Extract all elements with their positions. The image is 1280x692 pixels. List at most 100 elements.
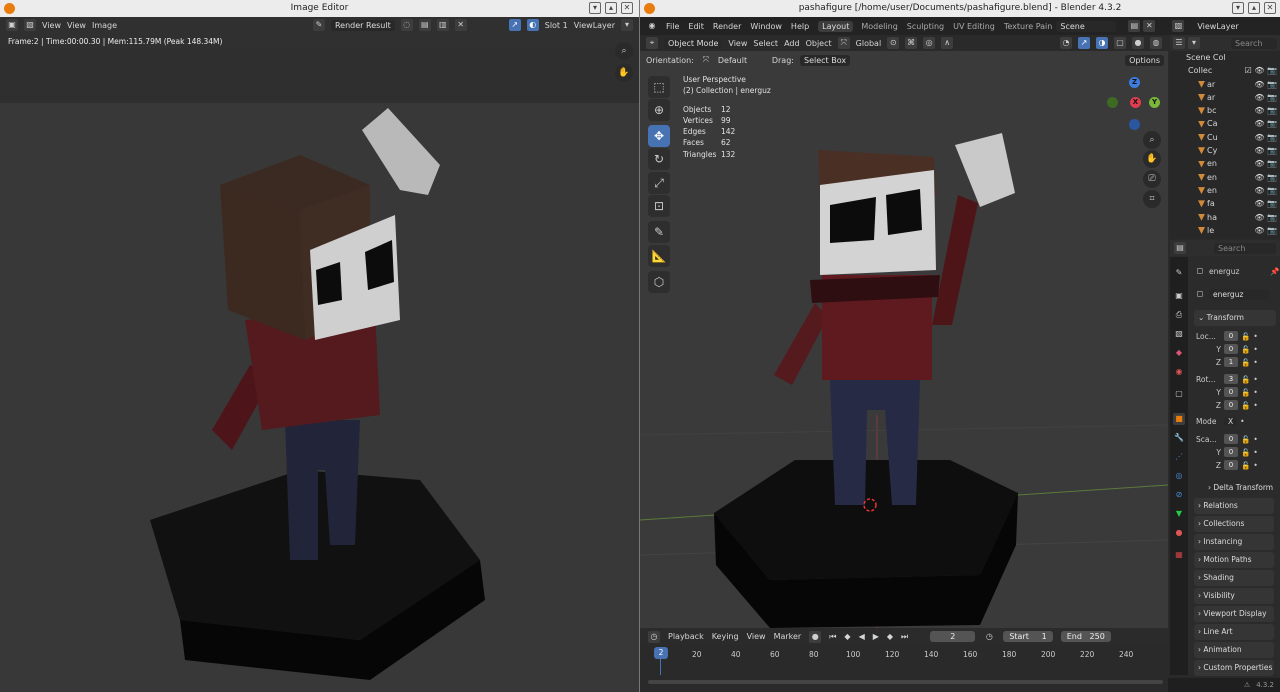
jump-end-icon[interactable]: ⏭ <box>901 632 908 642</box>
scale-x-field[interactable]: 0 <box>1224 434 1238 444</box>
lock-icon[interactable]: 🔓 <box>1241 448 1250 457</box>
location-y-field[interactable]: 0 <box>1224 344 1238 354</box>
jump-start-icon[interactable]: ⏮ <box>829 632 836 642</box>
outliner-item[interactable]: le 👁 📷 <box>1170 224 1280 237</box>
lock-icon[interactable]: 🔓 <box>1241 435 1250 444</box>
panel-section[interactable]: › Instancing <box>1194 534 1274 550</box>
panel-transform[interactable]: ⌄ Transform <box>1194 310 1276 326</box>
panel-section[interactable]: › Viewport Display <box>1194 606 1274 622</box>
perspective-grid-icon[interactable]: ⌗ <box>1143 190 1161 208</box>
visibility-icons[interactable]: 👁 📷 <box>1254 91 1280 104</box>
end-frame-field[interactable]: End 250 <box>1060 631 1111 642</box>
menu-render[interactable]: Render <box>713 22 741 31</box>
modifier-tab-icon[interactable]: 🔧 <box>1173 432 1185 444</box>
maximize-button[interactable]: ▴ <box>1248 2 1260 14</box>
tab-sculpting[interactable]: Sculpting <box>907 22 944 31</box>
location-z-row[interactable]: Z 1 🔓 • <box>1196 357 1258 367</box>
outliner-item[interactable]: ar 👁 📷 <box>1170 91 1280 104</box>
rotation-z-row[interactable]: Z 0 🔓 • <box>1196 400 1258 410</box>
panel-section[interactable]: › Relations <box>1194 498 1274 514</box>
view-layer-tab-icon[interactable]: ▧ <box>1173 328 1185 340</box>
outliner-scene-collection[interactable]: Scene Col <box>1170 51 1280 64</box>
next-key-icon[interactable]: ◆ <box>887 632 893 641</box>
timeline-view-menu[interactable]: View <box>747 632 766 641</box>
tool-tab-icon[interactable]: ✎ <box>1173 267 1185 279</box>
visibility-icons[interactable]: 👁 📷 <box>1254 104 1280 117</box>
outliner-search[interactable]: Search <box>1231 37 1277 49</box>
scale-z-field[interactable]: 0 <box>1224 460 1238 470</box>
prev-key-icon[interactable]: ◆ <box>844 632 850 641</box>
minimize-button[interactable]: ▾ <box>1232 2 1244 14</box>
properties-editor-icon[interactable]: ▤ <box>1174 242 1186 254</box>
outliner-item[interactable]: ar 👁 📷 <box>1170 78 1280 91</box>
rotation-mode-dropdown[interactable]: X <box>1224 417 1238 426</box>
pin-icon[interactable]: 📌 <box>1270 267 1279 276</box>
scale-y-row[interactable]: Y 0 🔓 • <box>1196 447 1258 457</box>
outliner-item[interactable]: en 👁 📷 <box>1170 157 1280 170</box>
outliner-item[interactable]: bc 👁 📷 <box>1170 104 1280 117</box>
location-x-row[interactable]: Loc... 0 🔓 • <box>1196 331 1258 341</box>
rotate-tool-icon[interactable]: ↻ <box>648 148 670 170</box>
menu-help[interactable]: Help <box>791 22 809 31</box>
visibility-icons[interactable]: 👁 📷 <box>1254 184 1280 197</box>
pan-hand-icon[interactable]: ✋ <box>1143 150 1161 168</box>
object-tab-icon[interactable]: ■ <box>1173 413 1185 425</box>
physics-tab-icon[interactable]: ◎ <box>1173 470 1185 482</box>
timeline-scrollbar[interactable] <box>648 680 1163 684</box>
visibility-icons[interactable]: 👁 📷 <box>1254 144 1280 157</box>
select-tool-icon[interactable]: ⬚ <box>648 76 670 98</box>
move-tool-icon[interactable]: ✥ <box>648 125 670 147</box>
scene-selector[interactable]: Scene <box>1056 20 1117 32</box>
visibility-icons[interactable]: 👁 📷 <box>1254 197 1280 210</box>
scale-y-field[interactable]: 0 <box>1224 447 1238 457</box>
lock-icon[interactable]: 🔓 <box>1241 332 1250 341</box>
record-icon[interactable]: ● <box>809 630 822 643</box>
location-x-field[interactable]: 0 <box>1224 331 1238 341</box>
keying-menu[interactable]: Keying <box>712 632 739 641</box>
location-z-field[interactable]: 1 <box>1224 357 1238 367</box>
visibility-icons[interactable]: 👁 📷 <box>1254 171 1280 184</box>
panel-delta-transform[interactable]: › Delta Transform <box>1204 480 1280 496</box>
play-reverse-icon[interactable]: ◀ <box>859 632 865 641</box>
gizmo-neg-z-axis[interactable] <box>1129 119 1140 130</box>
new-scene-icon[interactable]: ▤ <box>1128 20 1141 32</box>
object-name-row[interactable]: ◻ energuz 📌 <box>1194 265 1280 277</box>
visibility-icons[interactable]: 👁 📷 <box>1254 211 1280 224</box>
tab-uv-editing[interactable]: UV Editing <box>953 22 995 31</box>
object-data-selector[interactable]: ◻ energuz <box>1194 288 1269 300</box>
visibility-icons[interactable]: 👁 📷 <box>1254 78 1280 91</box>
panel-section[interactable]: › Line Art <box>1194 624 1274 640</box>
data-tab-icon[interactable]: ▼ <box>1173 508 1185 520</box>
rotation-x-field[interactable]: 3 <box>1224 374 1238 384</box>
cursor-tool-icon[interactable]: ⊕ <box>648 99 670 121</box>
menu-file[interactable]: File <box>666 22 679 31</box>
camera-icon[interactable]: ⎚ <box>1143 170 1161 188</box>
delete-scene-icon[interactable]: ✕ <box>1143 20 1156 32</box>
rotation-x-row[interactable]: Rot... 3 🔓 • <box>1196 374 1258 384</box>
scale-tool-icon[interactable]: ⤢ <box>648 172 670 194</box>
visibility-icons[interactable]: ☑ 👁 📷 <box>1245 64 1280 77</box>
lock-icon[interactable]: 🔓 <box>1241 358 1250 367</box>
outliner-item[interactable]: ha 👁 📷 <box>1170 211 1280 224</box>
collection-tab-icon[interactable]: ▢ <box>1173 388 1185 400</box>
panel-section[interactable]: › Custom Properties <box>1194 660 1274 676</box>
output-tab-icon[interactable]: ⎙ <box>1173 309 1185 321</box>
visibility-icons[interactable]: 👁 📷 <box>1254 157 1280 170</box>
scene-tab-icon[interactable]: ◆ <box>1173 347 1185 359</box>
render-tab-icon[interactable]: ▣ <box>1173 290 1185 302</box>
world-tab-icon[interactable]: ◉ <box>1173 366 1185 378</box>
properties-search[interactable]: Search <box>1214 242 1276 254</box>
marker-menu[interactable]: Marker <box>774 632 802 641</box>
panel-section[interactable]: › Animation <box>1194 642 1274 658</box>
playback-menu[interactable]: Playback <box>668 632 704 641</box>
rotation-y-row[interactable]: Y 0 🔓 • <box>1196 387 1258 397</box>
close-button[interactable]: ✕ <box>1264 2 1276 14</box>
visibility-icons[interactable]: 👁 📷 <box>1254 117 1280 130</box>
constraints-tab-icon[interactable]: ⊘ <box>1173 489 1185 501</box>
panel-section[interactable]: › Visibility <box>1194 588 1274 604</box>
tab-texture-paint[interactable]: Texture Pain <box>1004 22 1053 31</box>
material-tab-icon[interactable]: ● <box>1173 527 1185 539</box>
tab-layout[interactable]: Layout <box>818 20 854 32</box>
transform-tool-icon[interactable]: ⊡ <box>648 195 670 217</box>
lock-icon[interactable]: 🔓 <box>1241 401 1250 410</box>
